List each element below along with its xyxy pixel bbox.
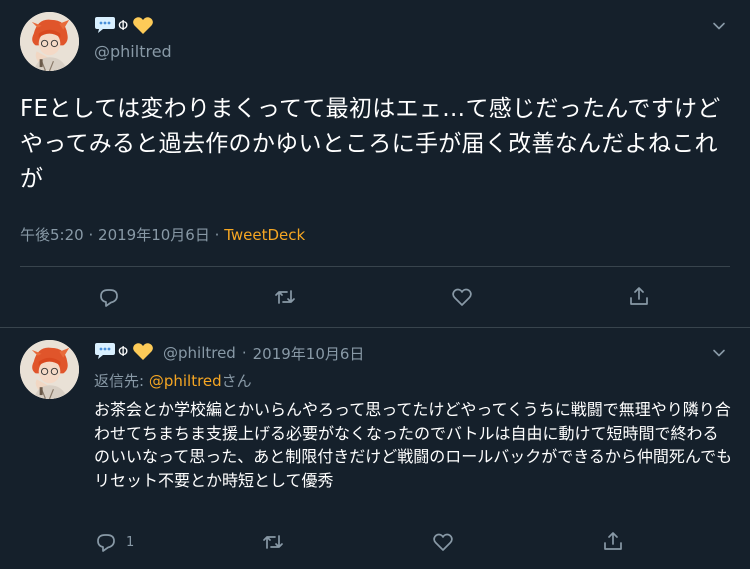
avatar-image	[20, 12, 79, 71]
replying-suffix: さん	[221, 372, 252, 390]
share-button[interactable]	[627, 283, 651, 309]
reply-header: Φ @philtred · 2019年10月6日	[94, 341, 364, 365]
meta-separator: ·	[214, 226, 220, 244]
chevron-down-icon[interactable]	[712, 346, 726, 360]
replying-prefix: 返信先:	[94, 372, 149, 390]
heart-icon	[431, 530, 455, 554]
share-icon	[627, 284, 651, 308]
speech-bubble-icon	[94, 341, 116, 365]
heart-icon	[450, 285, 474, 309]
retweet-button[interactable]	[261, 529, 285, 555]
speech-bubble-icon	[94, 15, 116, 39]
replying-to: 返信先: @philtredさん	[94, 370, 252, 391]
reply-count: 1	[126, 534, 135, 550]
meta-separator: ·	[88, 226, 94, 244]
retweet-icon	[273, 285, 297, 309]
avatar[interactable]	[20, 340, 79, 399]
svg-text:Φ: Φ	[118, 19, 128, 34]
retweet-icon	[261, 530, 285, 554]
tweet-date[interactable]: 2019年10月6日	[253, 343, 365, 364]
retweet-button[interactable]	[273, 284, 297, 310]
display-name[interactable]: Φ	[94, 341, 155, 365]
tweet-source-link[interactable]: TweetDeck	[224, 226, 305, 244]
chevron-down-icon[interactable]	[712, 19, 726, 33]
tweet-meta: 午後5:20 · 2019年10月6日 · TweetDeck	[20, 224, 305, 245]
avatar[interactable]	[20, 12, 79, 71]
meta-separator: ·	[241, 344, 247, 362]
tweet-text: お茶会とか学校編とかいらんやろって思ってたけどやってくうちに戦闘で無理やり隣り合…	[94, 400, 733, 490]
reply-button[interactable]: 1	[94, 529, 134, 555]
tweet-date[interactable]: 2019年10月6日	[98, 226, 210, 244]
share-icon	[601, 529, 625, 553]
main-tweet: Φ @philtred FEとしては変わりまくってて最初はエェ…て感じだったんで…	[0, 0, 750, 327]
mention-link[interactable]: @philtred	[149, 372, 222, 390]
yellow-heart-icon	[132, 341, 154, 365]
phi-icon: Φ	[117, 341, 131, 365]
reply-icon	[97, 285, 121, 309]
yellow-heart-icon	[132, 15, 154, 39]
display-name[interactable]: Φ	[94, 16, 155, 38]
tweet-text: FEとしては変わりまくってて最初はエェ…て感じだったんですけどやってみると過去作…	[20, 96, 721, 192]
like-button[interactable]	[431, 529, 455, 555]
phi-icon: Φ	[117, 15, 131, 39]
divider	[20, 266, 730, 267]
reply-button[interactable]	[97, 284, 121, 310]
share-button[interactable]	[601, 528, 625, 554]
reply-icon	[94, 530, 118, 554]
reply-tweet[interactable]: Φ @philtred · 2019年10月6日 返信先: @philtredさ…	[0, 328, 750, 569]
username[interactable]: @philtred	[163, 344, 236, 362]
like-button[interactable]	[450, 284, 474, 310]
tweet-time[interactable]: 午後5:20	[20, 226, 84, 244]
svg-text:Φ: Φ	[118, 345, 128, 360]
username[interactable]: @philtred	[94, 42, 172, 61]
avatar-image	[20, 340, 79, 399]
